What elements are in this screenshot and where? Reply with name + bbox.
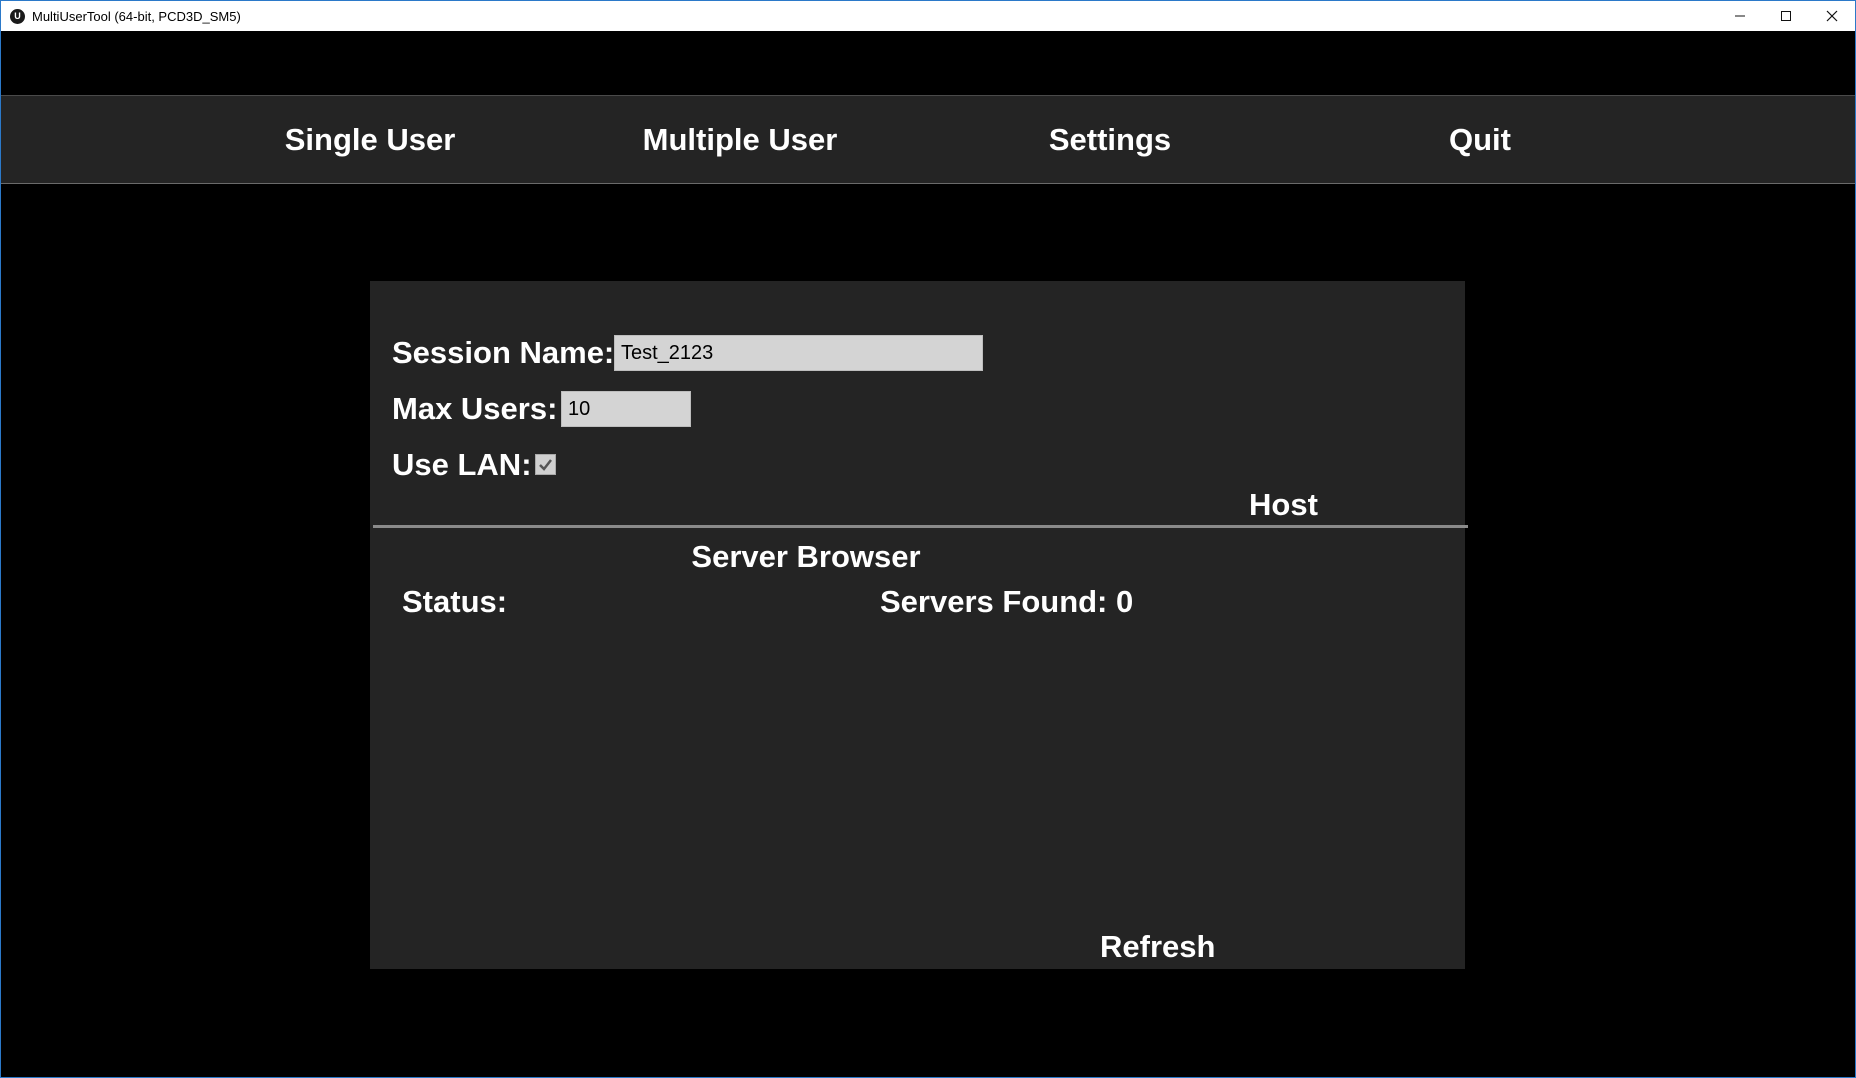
close-icon	[1826, 10, 1838, 22]
server-list	[392, 631, 1442, 891]
quit-button[interactable]: Quit	[1449, 96, 1511, 184]
window-title: MultiUserTool (64-bit, PCD3D_SM5)	[32, 8, 241, 24]
use-lan-label: Use LAN:	[392, 447, 532, 482]
section-divider	[373, 525, 1468, 528]
use-lan-checkbox[interactable]	[535, 454, 556, 475]
title-bar: U MultiUserTool (64-bit, PCD3D_SM5)	[1, 1, 1855, 31]
unreal-logo-icon: U	[10, 8, 25, 24]
close-button[interactable]	[1809, 1, 1855, 31]
multiplayer-panel: Session Name: Test_2123 Max Users: 10 Us…	[370, 281, 1468, 969]
max-users-label: Max Users:	[392, 391, 558, 426]
maximize-icon	[1781, 11, 1791, 21]
session-name-input[interactable]: Test_2123	[614, 335, 983, 371]
settings-button[interactable]: Settings	[1049, 96, 1171, 184]
single-user-button[interactable]: Single User	[285, 96, 456, 184]
maximize-button[interactable]	[1763, 1, 1809, 31]
session-name-label: Session Name:	[392, 335, 615, 370]
main-menu-bar: Single User Multiple User Settings Quit	[1, 95, 1855, 184]
host-button[interactable]: Host	[1249, 487, 1318, 523]
app-window: U MultiUserTool (64-bit, PCD3D_SM5) Sing…	[0, 0, 1856, 1078]
servers-found-label: Servers Found: 0	[880, 584, 1134, 619]
max-users-input[interactable]: 10	[561, 391, 691, 427]
refresh-button[interactable]: Refresh	[1100, 929, 1215, 965]
server-browser-title: Server Browser	[691, 539, 921, 574]
multiple-user-button[interactable]: Multiple User	[643, 96, 838, 184]
minimize-button[interactable]	[1717, 1, 1763, 31]
minimize-icon	[1735, 15, 1745, 17]
status-label: Status:	[402, 584, 508, 619]
window-controls	[1717, 1, 1855, 31]
checkmark-icon	[539, 459, 552, 471]
